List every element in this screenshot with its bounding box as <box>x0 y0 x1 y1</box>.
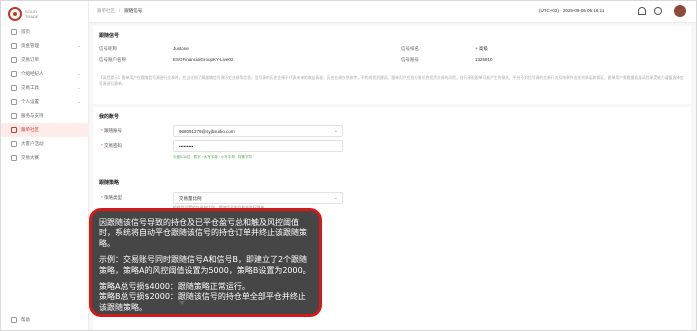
sidebar-item-help[interactable]: 帮助 <box>1 313 89 327</box>
follow-account-label: * 跟随账号 <box>101 128 123 133</box>
user-icon <box>11 71 17 77</box>
tooltip-description: 因跟随该信号导致的持仓及已平仓盈亏总和触及风控阈值时，系统将自动平仓跟随该信号的… <box>99 218 307 248</box>
sidebar-item-ib[interactable]: 介绍经纪人 ⌄ <box>1 67 89 81</box>
breadcrumb: 跟单社区 / 跟随信号 <box>97 8 142 14</box>
tooltip-example: 示例：交易账号同时跟随信号A和信号B，即建立了2个跟随策略，策略A的风控阈值设置… <box>99 255 311 275</box>
sidebar-item-label: 资金管理 <box>21 43 39 48</box>
password-rules-hint: 长度8-15位 · 数字 · 大写字母 · 小写字母 · 特殊字符 <box>173 155 252 159</box>
avatar[interactable] <box>674 5 686 17</box>
globe-icon[interactable] <box>654 7 662 15</box>
tooltip-case-a: 策略A总亏损$4000：跟随策略正常运行。 <box>99 282 250 292</box>
sidebar-item-funds[interactable]: 资金管理 ⌄ <box>1 39 89 53</box>
chevron-down-icon: ⌄ <box>76 85 81 91</box>
gift-icon <box>11 141 17 147</box>
follow-account-select[interactable]: 968091279@syjbsudio.com ⌄ <box>173 125 343 137</box>
tooltip-case-b: 策略B总亏损$2000：跟随该信号的持仓单全部平仓并终止该跟随策略。 <box>99 292 306 312</box>
strategy-type-label: * 策略类型 <box>101 195 123 200</box>
sidebar-item-orders[interactable]: 交易订单 <box>1 53 89 67</box>
signal-account-value: ESGFinancialGroupKY-Live02 <box>173 57 234 62</box>
signal-name-value: Justone <box>173 46 189 51</box>
sidebar-item-label: 跟单社区 <box>21 127 39 132</box>
breadcrumb-current: 跟随信号 <box>124 8 143 13</box>
sidebar-item-label: 交易大赛 <box>21 155 39 160</box>
trade-password-input[interactable]: ••••••••• <box>173 140 343 152</box>
sidebar-item-label: 大客户活动 <box>21 141 44 146</box>
sidebar-item-support[interactable]: 服务与支持 <box>1 109 89 123</box>
trophy-icon <box>11 155 17 161</box>
wallet-icon <box>11 43 17 49</box>
sidebar-item-home[interactable]: 首页 <box>1 25 89 39</box>
signal-number-value: 1325910 <box>475 57 493 62</box>
signal-info-card: 跟随信号 信号昵称 Justone 信号账户名称 ESGFinancialGro… <box>93 26 691 104</box>
section-title: 跟随信号 <box>99 33 120 39</box>
sidebar-nav: 首页 资金管理 ⌄ 交易订单 介绍经纪人 ⌄ 交易工具 ⌄ 个人设置 ⌄ 服务与支持 跟… <box>1 25 89 165</box>
community-icon <box>11 127 17 133</box>
chevron-down-icon: ⌄ <box>76 43 81 49</box>
home-icon <box>11 29 17 35</box>
sidebar-item-contest[interactable]: 交易大赛 <box>1 151 89 165</box>
chevron-down-icon: ⌄ <box>333 128 338 134</box>
breadcrumb-separator: / <box>119 8 121 13</box>
orders-icon <box>11 57 17 63</box>
tooltip-pointer <box>179 301 185 305</box>
gear-icon <box>11 99 17 105</box>
sidebar-item-vip[interactable]: 大客户活动 <box>1 137 89 151</box>
signal-number-label: 信号账号 <box>401 57 419 62</box>
app-window: SOLID TRADE 首页 资金管理 ⌄ 交易订单 介绍经纪人 ⌄ 交易工具 ⌄ 个… <box>0 0 697 331</box>
risk-threshold-tooltip: 因跟随该信号导致的持仓及已平仓盈亏总和触及风控阈值时，系统将自动平仓跟随该信号的… <box>89 208 322 317</box>
logo-text: SOLID TRADE <box>25 9 39 19</box>
signal-account-label: 信号账户名称 <box>99 57 126 62</box>
tools-icon <box>11 85 17 91</box>
sidebar-item-label: 个人设置 <box>21 99 39 104</box>
sidebar-item-label: 交易订单 <box>21 57 39 62</box>
sidebar: SOLID TRADE 首页 资金管理 ⌄ 交易订单 介绍经纪人 ⌄ 交易工具 ⌄ 个… <box>1 1 89 330</box>
chevron-down-icon: ⌄ <box>76 71 81 77</box>
topbar: 跟单社区 / 跟随信号 (UTC+03) · 2025-09-06 05:16:… <box>89 1 696 23</box>
sidebar-item-label: 首页 <box>21 29 30 34</box>
bell-icon[interactable] <box>638 7 646 15</box>
sidebar-item-copy-community[interactable]: 跟单社区 <box>1 123 89 137</box>
section-title: 我的账号 <box>99 114 120 120</box>
signal-name-label: 信号昵称 <box>99 46 117 51</box>
logo-icon <box>8 7 22 21</box>
signal-rating-label: 信号排名 <box>401 46 419 51</box>
timezone-clock[interactable]: (UTC+03) · 2025-09-06 05:16:11 <box>539 8 604 13</box>
sidebar-footer: 帮助 <box>1 313 89 327</box>
sidebar-item-label: 帮助 <box>21 317 30 322</box>
section-title: 跟随策略 <box>99 180 120 186</box>
signal-rating-value: + 高级 <box>475 46 488 51</box>
strategy-type-select[interactable]: 交易量比例 ⌄ <box>173 192 343 204</box>
support-icon <box>11 113 17 119</box>
sidebar-item-settings[interactable]: 个人设置 ⌄ <box>1 95 89 109</box>
sidebar-item-tools[interactable]: 交易工具 ⌄ <box>1 81 89 95</box>
sidebar-item-label: 服务与支持 <box>21 113 44 118</box>
breadcrumb-root[interactable]: 跟单社区 <box>97 8 115 14</box>
logo[interactable]: SOLID TRADE <box>8 7 45 21</box>
trade-password-label: * 交易密码 <box>101 143 123 148</box>
chevron-down-icon: ⌄ <box>76 99 81 105</box>
sidebar-item-label: 交易工具 <box>21 85 39 90</box>
risk-disclaimer: 【风险提示】跟单用户在跟随信号源进行交易时，应当详细了解跟随信号源历史业绩等信息… <box>99 76 684 86</box>
chevron-down-icon: ⌄ <box>333 195 338 201</box>
sidebar-item-label: 介绍经纪人 <box>21 71 44 76</box>
help-icon <box>11 317 17 323</box>
